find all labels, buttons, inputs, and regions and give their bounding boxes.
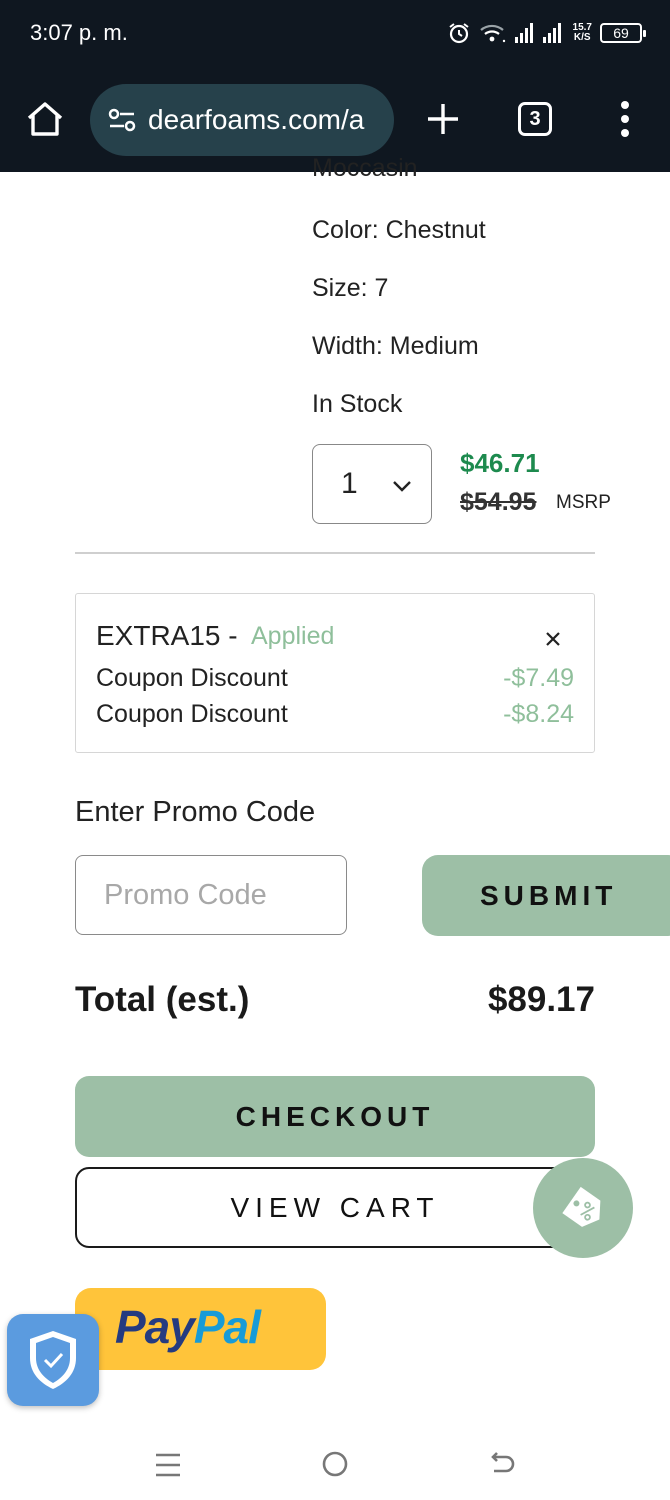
applied-coupon-box: EXTRA15 - Applied Coupon Discount -$7.49… [75,593,595,753]
url-text: dearfoams.com/a [148,104,365,135]
browser-top-bar: 3:07 p. m. 15.7 K/S 69 dearfoams.com/a 3 [0,0,670,172]
discount-tag-icon [562,1186,601,1227]
system-navigation-bar [0,1424,670,1500]
product-width: Width: Medium [312,332,479,360]
view-cart-button[interactable]: VIEW CART [75,1167,595,1248]
tab-switcher-icon[interactable]: 3 [518,102,552,136]
address-bar[interactable]: dearfoams.com/a [90,84,394,156]
coupon-code: EXTRA15 - [96,620,238,651]
new-tab-icon[interactable] [424,100,462,138]
quantity-select[interactable]: 1 [312,444,432,524]
promo-code-input[interactable] [75,855,347,935]
home-circle-icon[interactable] [321,1450,349,1478]
checkout-button[interactable]: CHECKOUT [75,1076,595,1157]
alarm-icon [448,23,469,44]
signal-icon [514,23,561,43]
coupon-status: Applied [251,622,335,650]
discount-tag-button[interactable] [533,1158,633,1258]
product-color: Color: Chestnut [312,216,486,244]
msrp-label: MSRP [556,492,611,513]
close-icon[interactable] [542,628,564,650]
divider [75,552,595,554]
discount-amount: -$7.49 [503,664,574,692]
battery-indicator: 69 [600,23,646,43]
recents-icon[interactable] [154,1452,182,1478]
paypal-logo: PayPal [115,1301,261,1353]
site-settings-icon[interactable] [106,104,138,136]
discount-label: Coupon Discount [96,664,288,692]
security-badge-button[interactable] [7,1314,99,1406]
promo-title: Enter Promo Code [75,796,316,828]
status-time: 3:07 p. m. [30,20,128,45]
discount-label: Coupon Discount [96,700,288,728]
status-icons: 15.7 K/S 69 [447,18,646,48]
product-size: Size: 7 [312,274,389,302]
total-label: Total (est.) [75,980,250,1019]
product-name: Moccasin [312,154,418,182]
discount-amount: -$8.24 [503,700,574,728]
msrp-price: $54.95 [460,488,537,516]
sale-price: $46.71 [460,448,540,478]
stock-status: In Stock [312,390,403,418]
total-value: $89.17 [487,980,595,1019]
more-menu-icon[interactable] [614,100,636,138]
paypal-button[interactable]: PayPal [75,1288,326,1370]
back-icon[interactable] [488,1450,516,1478]
network-speed: 15.7 K/S [572,22,592,43]
wifi-icon [479,24,505,43]
home-icon[interactable] [24,98,66,140]
submit-promo-button[interactable]: SUBMIT [422,855,670,936]
chevron-down-icon [393,481,411,492]
shield-check-icon [30,1331,76,1389]
quantity-value: 1 [341,467,358,500]
